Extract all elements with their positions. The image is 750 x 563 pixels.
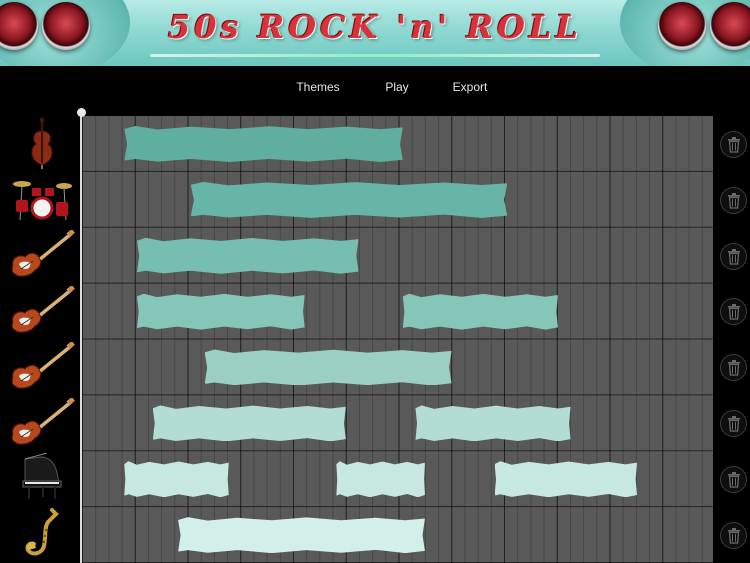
playhead-line xyxy=(80,116,82,563)
delete-track-button[interactable] xyxy=(720,354,747,381)
top-menu: Themes Play Export xyxy=(0,66,750,110)
clip-block[interactable] xyxy=(178,517,425,554)
delete-track-button[interactable] xyxy=(720,298,747,325)
grand-piano-icon[interactable] xyxy=(8,452,76,502)
clip-block[interactable] xyxy=(136,293,305,330)
clip-block[interactable] xyxy=(124,125,403,162)
clip-block[interactable] xyxy=(152,405,346,442)
electric-guitar-icon[interactable] xyxy=(8,341,76,391)
playhead-handle[interactable] xyxy=(77,108,86,117)
double-bass-icon[interactable] xyxy=(8,117,76,169)
trash-icon xyxy=(727,136,740,153)
delete-track-button[interactable] xyxy=(720,466,747,493)
export-button[interactable]: Export xyxy=(453,80,488,94)
clip-block[interactable] xyxy=(204,349,452,386)
clip-block[interactable] xyxy=(336,461,425,498)
trash-icon xyxy=(727,471,740,488)
trash-icon xyxy=(727,527,740,544)
play-button[interactable]: Play xyxy=(385,80,408,94)
clip-block[interactable] xyxy=(136,237,359,274)
saxophone-icon[interactable] xyxy=(8,508,76,558)
electric-guitar-icon[interactable] xyxy=(8,229,76,279)
electric-guitar-icon[interactable] xyxy=(8,397,76,447)
taillight-icon xyxy=(710,2,750,50)
electric-guitar-icon[interactable] xyxy=(8,285,76,335)
drum-kit-icon[interactable] xyxy=(8,173,76,223)
clip-block[interactable] xyxy=(402,293,558,330)
delete-track-button[interactable] xyxy=(720,187,747,214)
delete-track-button[interactable] xyxy=(720,522,747,549)
taillight-icon xyxy=(658,2,706,50)
right-tail-fin xyxy=(605,0,750,66)
delete-track-button[interactable] xyxy=(720,243,747,270)
clip-block[interactable] xyxy=(494,461,638,498)
clip-block[interactable] xyxy=(190,181,508,218)
trash-icon xyxy=(727,415,740,432)
clip-block[interactable] xyxy=(415,405,571,442)
clip-block[interactable] xyxy=(124,461,229,498)
delete-track-button[interactable] xyxy=(720,410,747,437)
themes-button[interactable]: Themes xyxy=(296,80,339,94)
trash-icon xyxy=(727,303,740,320)
trash-icon xyxy=(727,359,740,376)
trash-icon xyxy=(727,248,740,265)
trash-icon xyxy=(727,192,740,209)
delete-track-button[interactable] xyxy=(720,131,747,158)
theme-banner: 50s ROCK 'n' ROLL xyxy=(0,0,750,66)
